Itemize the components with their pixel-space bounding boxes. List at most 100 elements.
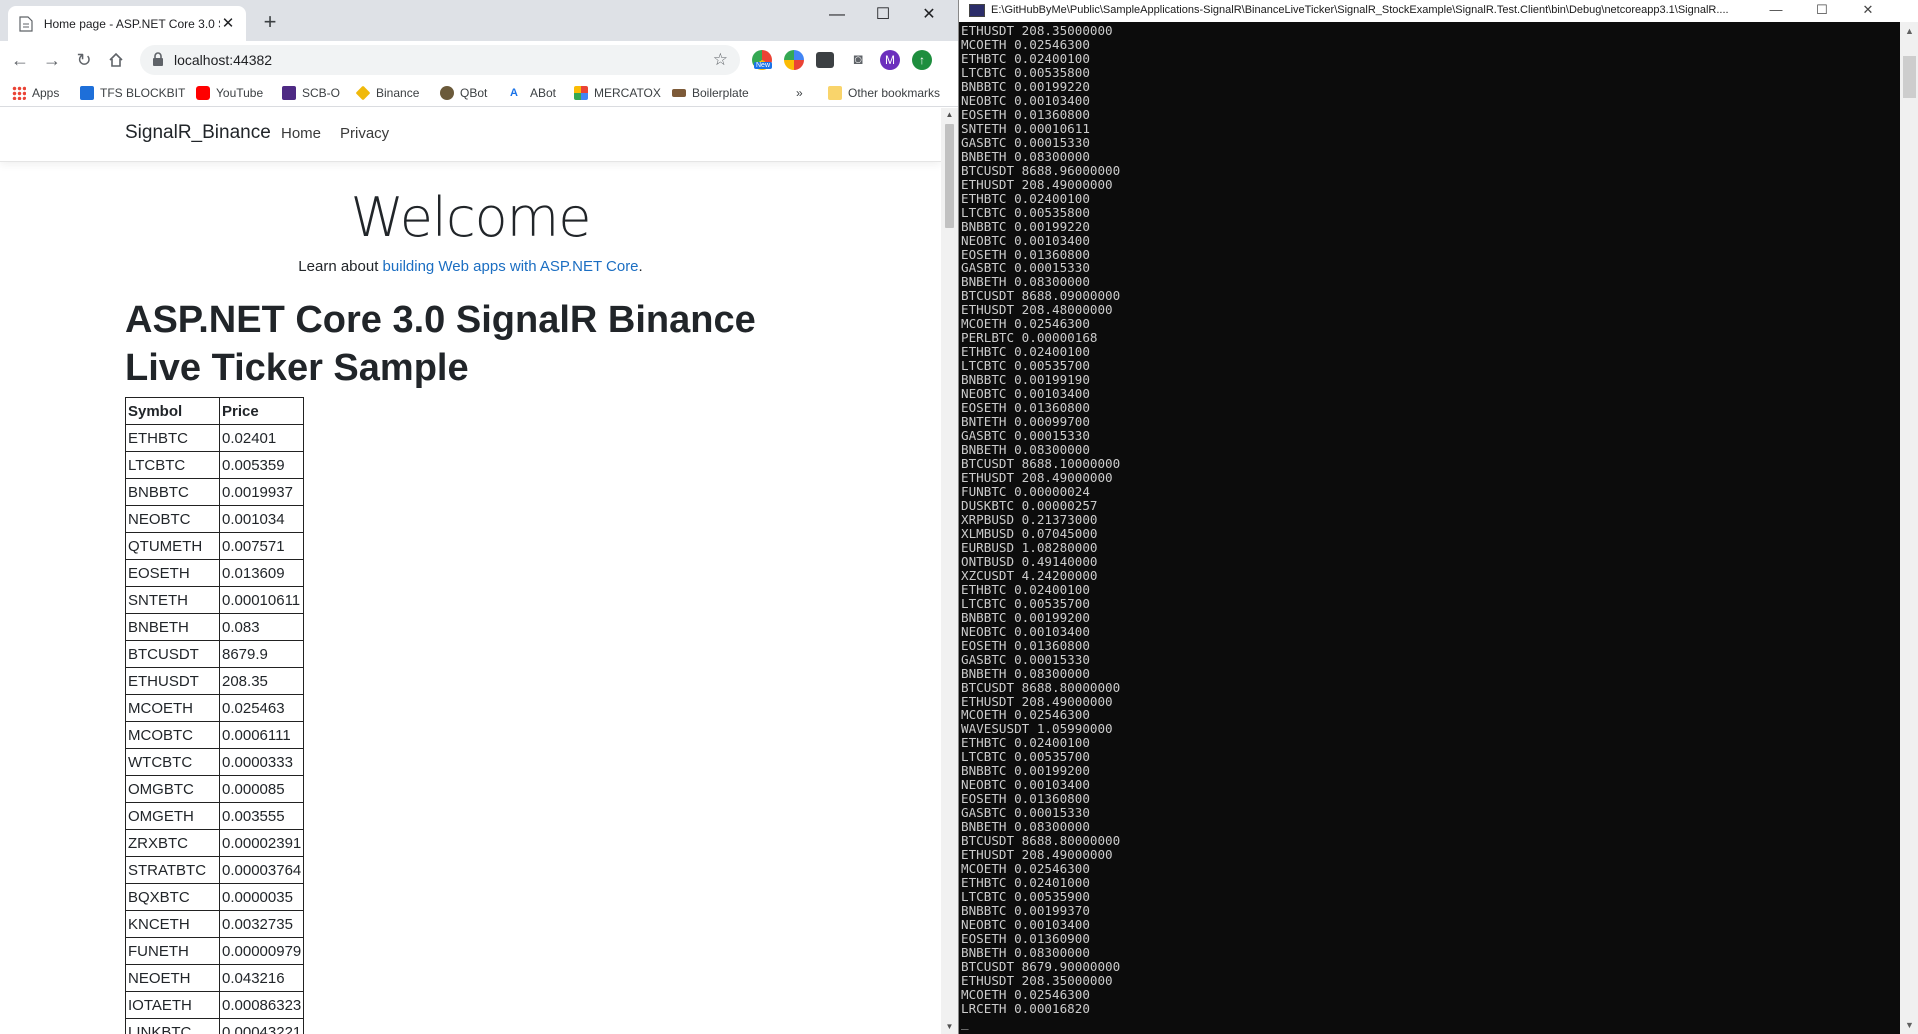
console-line: GASBTC 0.00015330 [961, 260, 1090, 276]
scroll-down-arrow-icon[interactable]: ▼ [941, 1020, 958, 1034]
console-line: ETHBTC 0.02400100 [961, 735, 1090, 751]
console-scrollbar[interactable]: ▲ ▼ [1900, 22, 1918, 1034]
symbol-cell: LINKBTC [125, 1018, 220, 1034]
bookmark-qbot[interactable]: QBot [440, 84, 487, 102]
price-cell: 208.35 [218, 667, 305, 695]
browser-tab[interactable]: Home page - ASP.NET Core 3.0 S ✕ [8, 6, 246, 41]
page-scrollbar[interactable]: ▲ ▼ [941, 108, 958, 1034]
bookmarks-bar: Apps TFS BLOCKBIT YouTube SCB-O Binance … [0, 79, 958, 107]
price-cell: 0.00043221 [218, 1018, 305, 1034]
console-minimize-button[interactable]: — [1753, 0, 1799, 22]
bookmark-tfs-blockbit[interactable]: TFS BLOCKBIT [80, 84, 185, 102]
price-cell: 0.0019937 [218, 478, 305, 506]
symbol-cell: ZRXBTC [125, 829, 220, 857]
scroll-up-arrow-icon[interactable]: ▲ [941, 108, 958, 122]
camera-extension-icon[interactable]: ◙ [848, 50, 868, 70]
address-bar[interactable]: localhost:44382 ☆ [140, 45, 740, 75]
bookmarks-overflow-button[interactable]: » [796, 84, 803, 102]
console-line: LTCBTC 0.00535800 [961, 204, 1090, 220]
price-cell: 0.005359 [218, 451, 305, 479]
console-line: EOSETH 0.01360900 [961, 930, 1090, 946]
tab-title: Home page - ASP.NET Core 3.0 S [43, 16, 221, 31]
symbol-cell: MCOBTC [125, 721, 220, 749]
price-cell: 0.003555 [218, 802, 305, 830]
console-scroll-down-icon[interactable]: ▼ [1900, 1020, 1918, 1030]
bookmark-boilerplate[interactable]: Boilerplate [672, 84, 749, 102]
console-line: BTCUSDT 8688.10000000 [961, 456, 1121, 472]
table-row: BTCUSDT 8679.9 [125, 640, 305, 668]
welcome-heading: Welcome [350, 186, 591, 249]
table-header-row: Symbol Price [125, 397, 305, 425]
price-cell: 0.00086323 [218, 991, 305, 1019]
other-bookmarks-folder[interactable]: Other bookmarks [828, 84, 940, 102]
profile-avatar[interactable]: M [880, 50, 900, 70]
table-row: MCOBTC 0.0006111 [125, 721, 305, 749]
console-line: MCOETH 0.02546300 [961, 861, 1090, 877]
folder-icon [828, 86, 842, 100]
devtools-extension-icon[interactable] [816, 52, 834, 68]
bookmark-star-icon[interactable]: ☆ [713, 50, 728, 70]
browser-window: Home page - ASP.NET Core 3.0 S ✕ + — ☐ ✕… [0, 0, 958, 1034]
console-line: DUSKBTC 0.00000257 [961, 497, 1098, 513]
console-line: BTCUSDT 8679.90000000 [961, 958, 1121, 974]
url-text: localhost:44382 [174, 52, 273, 68]
forward-icon[interactable]: → [38, 46, 66, 74]
console-line: NEOBTC 0.00103400 [961, 917, 1090, 932]
page-viewport: SignalR_Binance Home Privacy Welcome Lea… [0, 108, 941, 1034]
symbol-cell: IOTAETH [125, 991, 220, 1019]
table-row: MCOETH 0.025463 [125, 694, 305, 722]
bookmark-abot[interactable]: A ABot [510, 84, 556, 102]
table-row: QTUMETH 0.007571 [125, 532, 305, 560]
console-line: LRCETH 0.00016820 [961, 1000, 1090, 1016]
console-line: LTCBTC 0.00535800 [961, 64, 1090, 80]
price-cell: 0.000085 [218, 775, 305, 803]
console-close-button[interactable]: ✕ [1845, 0, 1891, 22]
color-picker-extension-icon[interactable] [784, 50, 804, 70]
chrome-extension-icon[interactable]: New [752, 50, 773, 70]
console-line: ETHUSDT 208.48000000 [961, 302, 1113, 318]
nav-privacy-link[interactable]: Privacy [340, 125, 389, 142]
lock-icon[interactable] [152, 52, 166, 68]
console-line: MCOETH 0.02546300 [961, 316, 1090, 332]
table-row: ETHBTC 0.02401 [125, 424, 305, 452]
console-line: BNBBTC 0.00199220 [961, 78, 1090, 94]
maximize-button[interactable]: ☐ [860, 0, 906, 30]
console-scrollbar-thumb[interactable] [1903, 56, 1916, 98]
new-tab-button[interactable]: + [256, 8, 284, 36]
console-line: BNBETH 0.08300000 [961, 148, 1090, 164]
ticker-table: Symbol Price ETHBTC 0.02401 LTCBTC 0.005359… [125, 397, 305, 1034]
table-row: SNTETH 0.00010611 [125, 586, 305, 614]
bookmark-mercatox[interactable]: MERCATOX [574, 84, 661, 102]
console-line: PERLBTC 0.00000168 [961, 330, 1098, 346]
console-line: NEOBTC 0.00103400 [961, 232, 1090, 248]
reload-icon[interactable]: ↻ [70, 46, 98, 74]
home-icon[interactable] [102, 46, 130, 74]
aspnet-docs-link[interactable]: building Web apps with ASP.NET Core [383, 258, 639, 275]
close-window-button[interactable]: ✕ [906, 0, 952, 30]
bookmark-scb-o[interactable]: SCB-O [282, 84, 340, 102]
symbol-cell: NEOBTC [125, 505, 220, 533]
nav-home-link[interactable]: Home [281, 125, 321, 142]
bookmark-youtube[interactable]: YouTube [196, 84, 263, 102]
console-line: BNTETH 0.00099700 [961, 414, 1090, 430]
price-cell: 0.00000979 [218, 937, 305, 965]
scrollbar-thumb[interactable] [945, 124, 954, 228]
price-cell: 0.0000333 [218, 748, 305, 776]
console-maximize-button[interactable]: ☐ [1799, 0, 1845, 22]
table-row: BNBBTC 0.0019937 [125, 478, 305, 506]
tab-close-icon[interactable]: ✕ [220, 15, 236, 32]
console-line: BNBETH 0.08300000 [961, 665, 1090, 681]
symbol-cell: QTUMETH [125, 532, 220, 560]
table-row: STRATBTC 0.00003764 [125, 856, 305, 884]
table-row: WTCBTC 0.0000333 [125, 748, 305, 776]
minimize-button[interactable]: — [814, 0, 860, 30]
bookmark-apps[interactable]: Apps [12, 84, 59, 102]
back-icon[interactable]: ← [6, 46, 34, 74]
price-cell: 0.043216 [218, 964, 305, 992]
site-brand-link[interactable]: SignalR_Binance [125, 122, 271, 144]
bookmark-binance[interactable]: Binance [355, 84, 419, 102]
boilerplate-icon [672, 89, 686, 97]
update-icon[interactable]: ↑ [912, 50, 932, 70]
console-scroll-up-icon[interactable]: ▲ [1900, 26, 1918, 36]
console-line: BTCUSDT 8688.96000000 [961, 162, 1121, 178]
